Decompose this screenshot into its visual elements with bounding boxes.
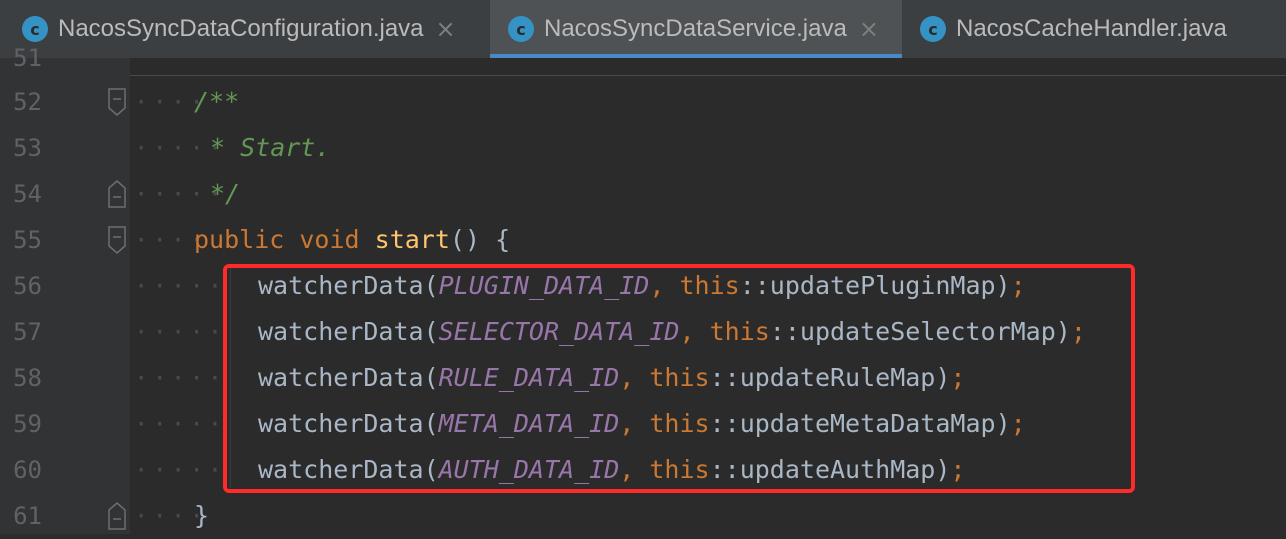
javadoc-open: /** <box>194 87 240 116</box>
line-number: 60 <box>13 456 42 484</box>
line-number: 58 <box>13 364 42 392</box>
javadoc-text: * Start. <box>210 133 331 162</box>
method-name: start <box>374 225 450 254</box>
keyword-public: public <box>194 225 285 254</box>
fold-start-icon[interactable] <box>107 226 127 254</box>
code-line: 51 <box>0 35 1286 81</box>
code-editor[interactable]: 51 52 ···· /** 53 ····· * Start. 54 ····… <box>0 44 1286 534</box>
line-number: 59 <box>13 410 42 438</box>
line-number: 55 <box>13 226 42 254</box>
line-number: 56 <box>13 272 42 300</box>
line-number: 61 <box>13 502 42 530</box>
fold-end-icon[interactable] <box>107 502 127 530</box>
line-number: 54 <box>13 180 42 208</box>
closing-brace: } <box>194 501 210 530</box>
javadoc-close: */ <box>210 179 241 208</box>
code-line: 61 ···· } <box>0 493 1286 539</box>
code-line: 52 ···· /** <box>0 79 1286 125</box>
method-signature: public void start() { <box>194 225 511 254</box>
code-line: 55 ···· public void start() { <box>0 217 1286 263</box>
keyword-void: void <box>299 225 360 254</box>
line-number: 52 <box>13 88 42 116</box>
line-number: 57 <box>13 318 42 346</box>
code-line: 53 ····· * Start. <box>0 125 1286 171</box>
fold-end-icon[interactable] <box>107 180 127 208</box>
fold-start-icon[interactable] <box>107 88 127 116</box>
code-line: 54 ····· */ <box>0 171 1286 217</box>
highlight-box <box>223 264 1135 493</box>
line-number: 53 <box>13 134 42 162</box>
line-number: 51 <box>13 44 42 72</box>
